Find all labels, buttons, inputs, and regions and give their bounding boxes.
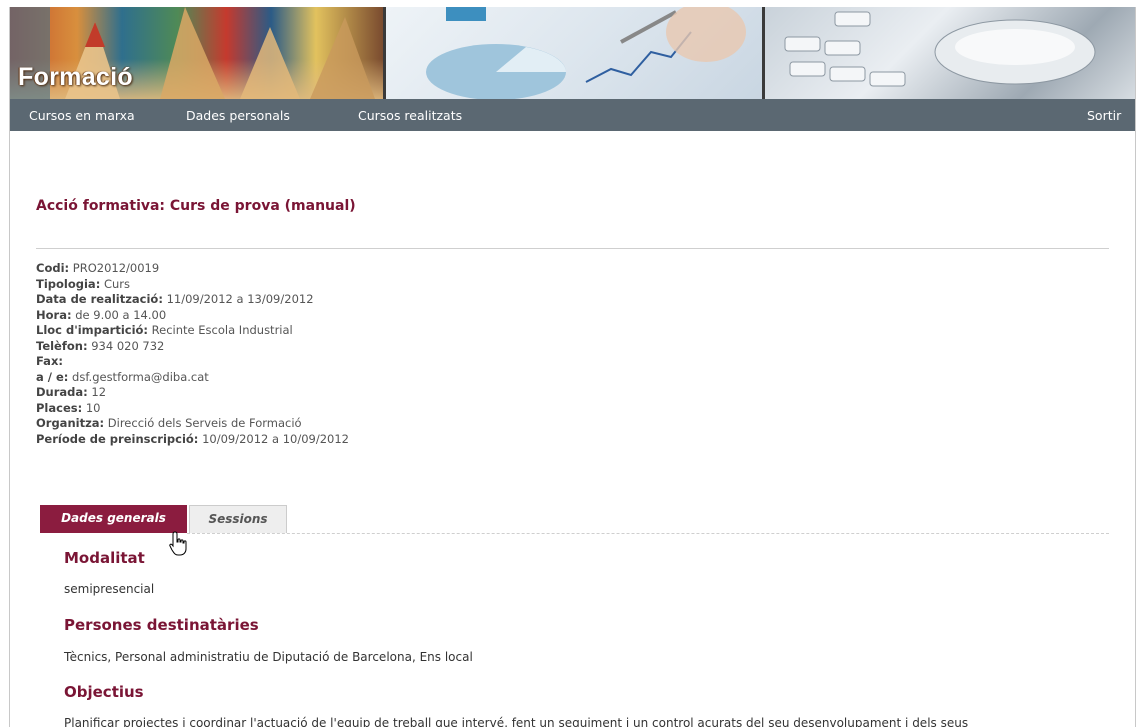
course-info: Codi: PRO2012/0019 Tipologia: Curs Data … [36, 261, 349, 447]
hand-cursor-icon [169, 531, 187, 556]
nav-dades-personals[interactable]: Dades personals [186, 108, 290, 123]
banner-keyboard-image [765, 7, 1135, 99]
main-nav: Cursos en marxa Dades personals Cursos r… [10, 99, 1135, 131]
keyboard-mouse-art [784, 11, 1096, 87]
nav-cursos-realitzats[interactable]: Cursos realitzats [358, 108, 462, 123]
info-row-tipologia: Tipologia: Curs [36, 276, 130, 291]
divider [36, 248, 1109, 249]
info-row-preinscripcio: Període de preinscripció: 10/09/2012 a 1… [36, 431, 349, 446]
info-row-telefon: Telèfon: 934 020 732 [36, 338, 165, 353]
banner-chart-image [386, 7, 762, 99]
header-banner: Formació [10, 7, 1135, 99]
info-row-durada: Durada: 12 [36, 385, 107, 399]
info-row-lloc: Lloc d'impartició: Recinte Escola Indust… [36, 323, 293, 337]
tab-underline [187, 533, 1109, 534]
section-text-destinataries: Tècnics, Personal administratiu de Diput… [64, 650, 473, 664]
tab-sessions[interactable]: Sessions [189, 505, 287, 533]
info-row-email: a / e: dsf.gestforma@diba.cat [36, 369, 209, 384]
info-row-hora: Hora: de 9.00 a 14.00 [36, 307, 167, 322]
page-frame: Formació Cursos en marxa Dades personals… [9, 7, 1136, 727]
info-row-codi: Codi: PRO2012/0019 [36, 261, 160, 275]
section-heading-destinataries: Persones destinatàries [64, 616, 259, 634]
info-row-organitza: Organitza: Direcció dels Serveis de Form… [36, 416, 302, 430]
info-row-fax: Fax: [36, 354, 63, 368]
info-row-data: Data de realització: 11/09/2012 a 13/09/… [36, 292, 314, 306]
chart-photo-art [426, 7, 746, 99]
section-heading-modalitat: Modalitat [64, 549, 145, 567]
tab-dades-generals[interactable]: Dades generals [40, 505, 187, 533]
info-row-places: Places: 10 [36, 400, 101, 415]
banner-pencils-image: Formació [10, 7, 383, 99]
course-title: Acció formativa: Curs de prova (manual) [36, 198, 356, 214]
nav-sortir[interactable]: Sortir [1087, 108, 1121, 123]
section-heading-objectius: Objectius [64, 683, 144, 701]
nav-cursos-en-marxa[interactable]: Cursos en marxa [29, 108, 135, 123]
site-title: Formació [18, 63, 133, 91]
section-text-modalitat: semipresencial [64, 582, 155, 596]
section-text-objectius: Planificar projectes i coordinar l'actua… [64, 716, 969, 727]
